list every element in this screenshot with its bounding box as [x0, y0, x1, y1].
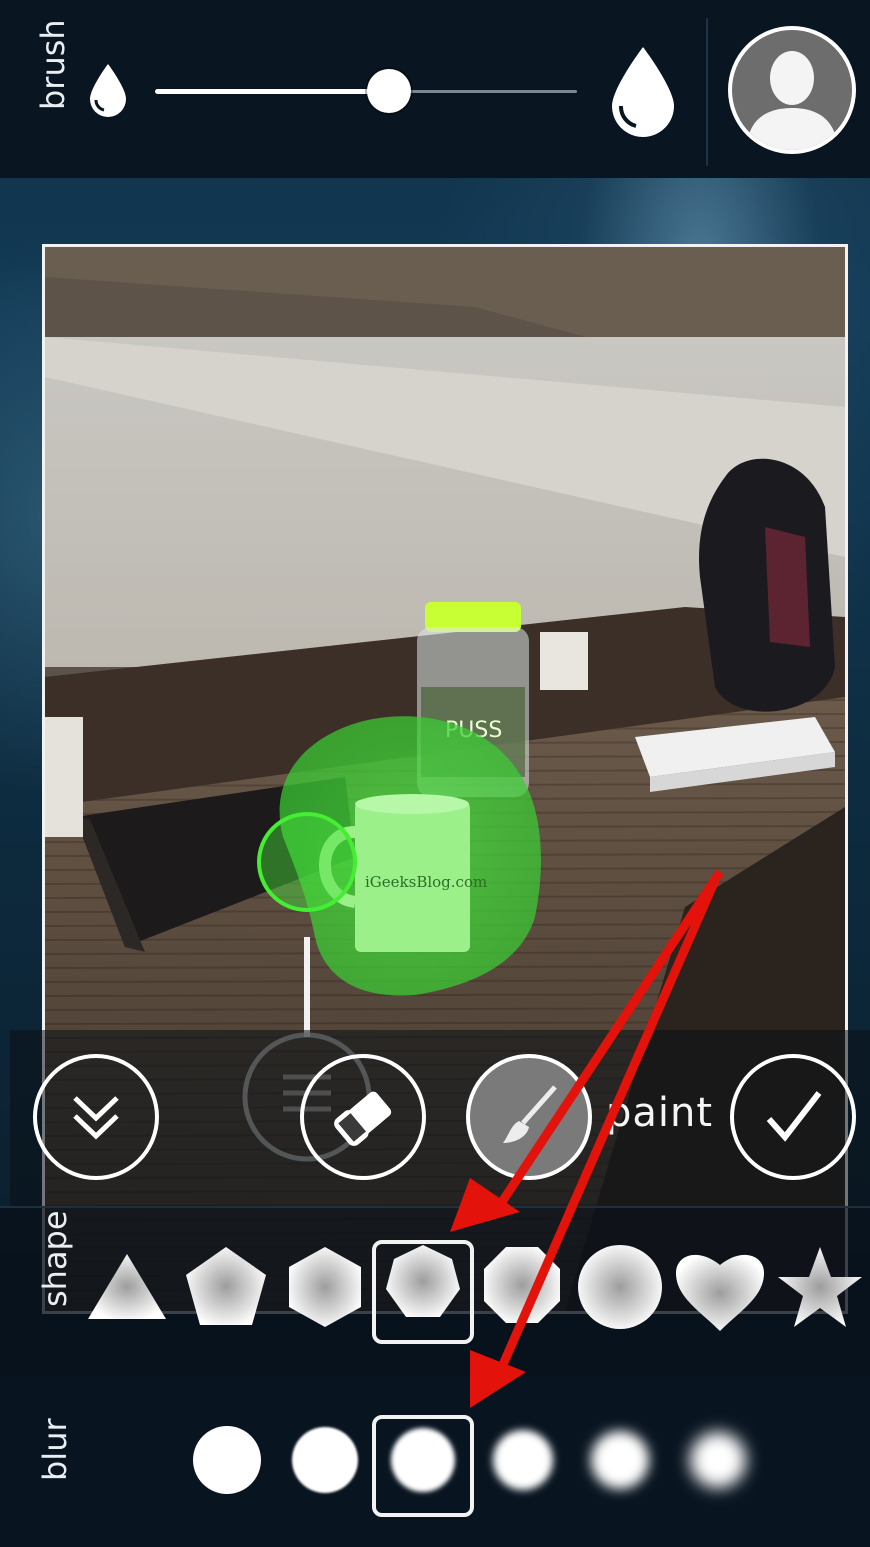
blur-level-4[interactable]	[591, 1431, 649, 1489]
brush-toolbar: brush	[0, 0, 870, 178]
paint-label: paint	[606, 1090, 714, 1136]
toolbar-divider	[706, 18, 708, 166]
shape-pentagon[interactable]	[186, 1247, 266, 1325]
selected-shape-indicator	[372, 1240, 474, 1344]
eraser-button[interactable]	[300, 1054, 426, 1180]
double-chevron-down-icon	[73, 1096, 119, 1140]
collapse-button[interactable]	[33, 1054, 159, 1180]
selected-blur-indicator	[372, 1415, 474, 1517]
shape-hexagon[interactable]	[289, 1247, 361, 1327]
small-drop-icon	[90, 64, 126, 117]
blur-level-3[interactable]	[493, 1430, 553, 1490]
shape-star[interactable]	[778, 1247, 862, 1327]
checkmark-icon	[766, 1091, 822, 1142]
eraser-icon	[334, 1091, 392, 1146]
shape-heart[interactable]	[676, 1254, 764, 1331]
blur-level-0[interactable]	[193, 1426, 261, 1494]
profile-button[interactable]	[728, 26, 856, 154]
paint-brush-icon	[503, 1085, 557, 1143]
large-drop-icon	[612, 47, 674, 137]
blur-level-5[interactable]	[690, 1432, 746, 1488]
shape-triangle[interactable]	[88, 1254, 166, 1319]
confirm-button[interactable]	[730, 1054, 856, 1180]
mug-text: iGeeksBlog.com	[365, 873, 487, 891]
brush-slider-knob[interactable]	[367, 69, 411, 113]
shape-octagon[interactable]	[484, 1247, 560, 1323]
blur-level-1[interactable]	[292, 1427, 358, 1493]
brush-slider-fill	[155, 89, 389, 94]
brush-slider-track[interactable]	[389, 90, 577, 93]
paint-button[interactable]	[466, 1054, 592, 1180]
user-silhouette-icon	[746, 51, 838, 150]
shape-circle[interactable]	[578, 1245, 662, 1329]
brush-label: brush	[34, 19, 72, 110]
